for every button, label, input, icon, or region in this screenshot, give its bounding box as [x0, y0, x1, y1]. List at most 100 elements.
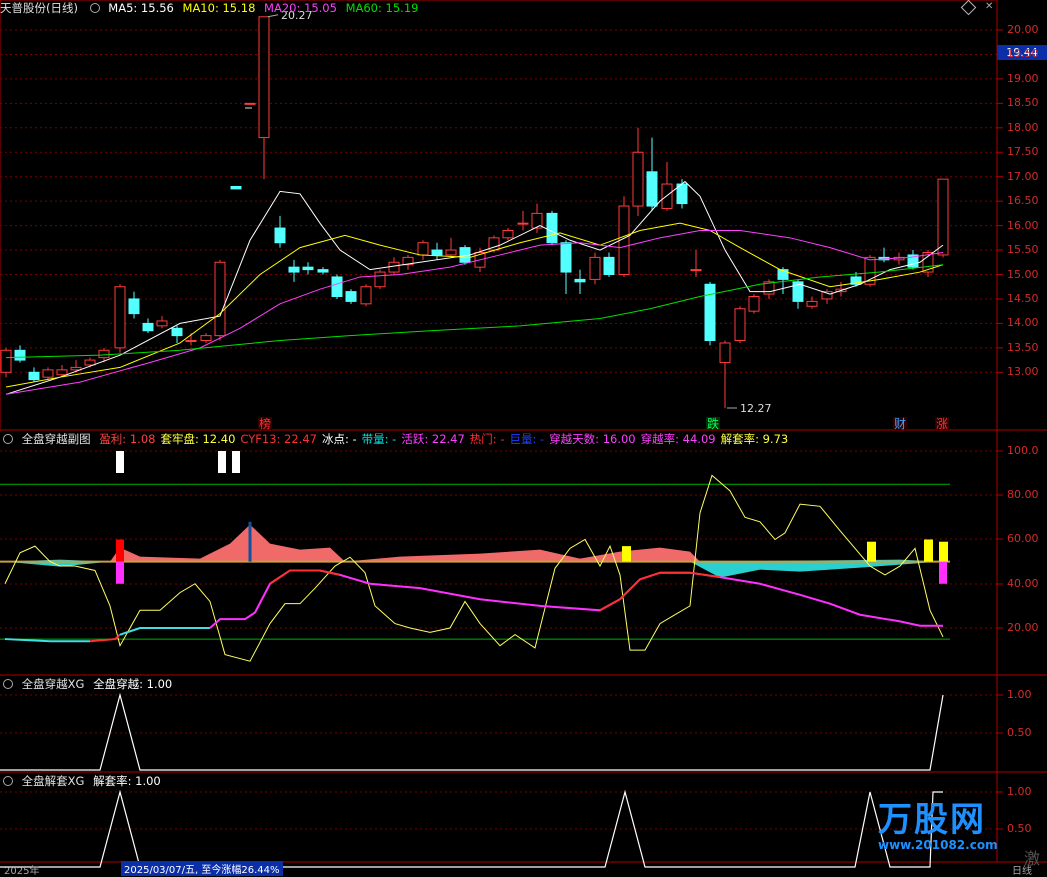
sub-tick: 40.00 — [1007, 577, 1039, 590]
ma5-label: MA5: 15.56 — [108, 1, 174, 15]
yellow-bar — [924, 539, 933, 562]
xg1-value: 全盘穿越: 1.00 — [93, 677, 173, 691]
candle-body — [388, 261, 400, 273]
main-header: 天普股份(日线) MA5: 15.56 MA10: 15.18 MA20: 15… — [0, 0, 423, 16]
candle-body — [258, 16, 270, 139]
white-marker — [232, 451, 240, 473]
candle-body — [345, 291, 357, 302]
xg2-name: 全盘解套XG — [21, 774, 85, 788]
candle-body — [360, 286, 372, 305]
xg1-toggle-icon[interactable] — [3, 679, 13, 689]
candle-body — [274, 227, 286, 244]
red-indicator-segment — [89, 633, 121, 643]
yellow-bar — [622, 546, 631, 562]
candle-body — [42, 369, 54, 378]
white-marker — [218, 451, 226, 473]
candle-body — [502, 229, 514, 239]
xg2-tick: 0.50 — [1007, 822, 1032, 835]
close-icon[interactable]: ✕ — [985, 1, 993, 12]
candle-body — [70, 366, 82, 371]
candle-body — [589, 256, 601, 280]
sub-tick: 60.00 — [1007, 532, 1039, 545]
brand-logo: 万股网 www.201082.com — [878, 802, 998, 852]
candle-body — [690, 269, 702, 272]
red-indicator-segment — [269, 569, 341, 585]
main-panel-frame — [0, 0, 998, 431]
bottom-bar: 2025年 2025/03/07/五, 至今涨幅26.44% 日线 — [0, 861, 1047, 877]
price-tick: 17.50 — [1007, 145, 1039, 159]
candle-body — [230, 185, 242, 190]
price-tick: 19.00 — [1007, 71, 1039, 85]
candle-body — [546, 212, 558, 244]
indicator-toggle-icon[interactable] — [89, 3, 100, 13]
candle-body — [142, 322, 154, 332]
price-tick: 14.00 — [1007, 316, 1039, 330]
tag-2: 财 — [894, 417, 906, 431]
candle-body — [288, 266, 300, 273]
sub-item-7: 巨量: - — [509, 432, 545, 446]
sub-tick: 20.00 — [1007, 621, 1039, 634]
candle-body — [445, 249, 457, 256]
candle-body — [56, 369, 68, 376]
sub-item-0: 盈利: 1.08 — [99, 432, 156, 446]
candle-body — [156, 320, 168, 327]
candle-body — [244, 102, 256, 105]
magenta-bar — [939, 561, 947, 584]
sub-item-9: 穿越率: 44.09 — [640, 432, 716, 446]
price-tick: 15.00 — [1007, 267, 1039, 281]
sub-item-3: 冰点: - — [321, 432, 357, 446]
candle-body — [0, 349, 12, 373]
xg1-name: 全盘穿越XG — [21, 677, 85, 691]
candle-body — [517, 222, 529, 225]
sub-item-5: 活跃: 22.47 — [401, 432, 465, 446]
red-indicator-segment — [599, 571, 721, 612]
magenta-indicator-line — [209, 569, 371, 629]
price-tick: 19.50 — [1007, 47, 1039, 61]
cyan-indicator-line — [119, 627, 210, 636]
sub-item-10: 解套率: 9.73 — [720, 432, 789, 446]
candle-body — [646, 171, 658, 207]
tag-0: 榜 — [259, 416, 271, 431]
sub-item-2: CYF13: 22.47 — [240, 432, 317, 446]
candle-body — [603, 256, 615, 276]
candle-body — [560, 242, 572, 273]
sub-tick: 80.00 — [1007, 488, 1039, 501]
candle-body — [200, 335, 212, 342]
tag-3: 涨 — [936, 416, 948, 431]
brand-logo-url: www.201082.com — [878, 838, 998, 852]
brand-logo-text: 万股网 — [878, 800, 986, 840]
stock-title: 天普股份(日线) — [0, 1, 78, 15]
low-price-label: 12.27 — [740, 402, 772, 415]
price-tick: 20.00 — [1007, 23, 1039, 36]
price-tick: 18.00 — [1007, 120, 1039, 134]
xg2-value: 解套率: 1.00 — [93, 774, 161, 788]
candle-body — [331, 276, 343, 298]
candle-body — [128, 298, 140, 315]
sub-toggle-icon[interactable] — [3, 434, 13, 444]
price-tick: 15.50 — [1007, 243, 1039, 257]
candle-body — [748, 296, 760, 312]
price-tick: 18.50 — [1007, 96, 1039, 110]
xg2-toggle-icon[interactable] — [3, 776, 13, 786]
candle-body — [28, 371, 40, 381]
price-tick: 14.50 — [1007, 291, 1039, 305]
sub-tick: 100.0 — [1007, 444, 1039, 457]
candle-body — [374, 271, 386, 288]
candle-body — [632, 151, 644, 207]
candle-body — [14, 349, 26, 361]
bottom-mode: 日线 — [1012, 866, 1032, 877]
sub-indicator-name: 全盘穿越副图 — [21, 432, 91, 446]
sub-item-6: 热门: - — [469, 432, 505, 446]
candle-body — [185, 340, 197, 343]
magenta-bar — [116, 561, 124, 584]
bottom-year: 2025年 — [4, 866, 40, 877]
xg1-tick: 1.00 — [1007, 688, 1032, 701]
candle-body — [98, 349, 110, 359]
sub-header: 全盘穿越副图 盈利: 1.08 套牢盘: 12.40 CYF13: 22.47 冰点:… — [0, 431, 793, 447]
candle-body — [574, 278, 586, 283]
red-bar — [116, 539, 124, 562]
candle-body — [417, 242, 429, 256]
candle-body — [302, 266, 314, 271]
ma60-line — [5, 264, 944, 359]
candle-body — [806, 300, 818, 307]
